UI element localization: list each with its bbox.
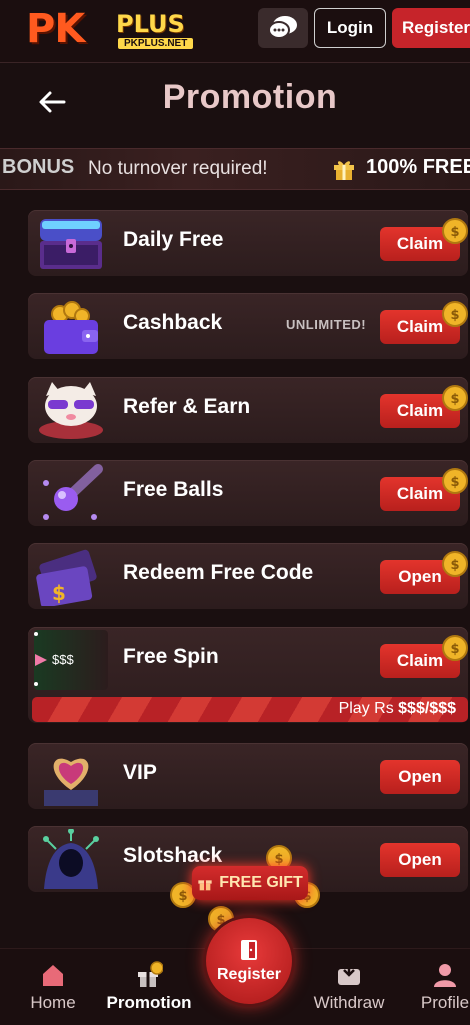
coin-icon: $ [442,218,468,244]
nav-label: Home [30,993,76,1012]
user-icon [434,964,456,987]
promo-card-free-balls[interactable]: Free Balls Claim $ [28,460,468,526]
free-spin-thumb: $$$ [34,630,108,690]
coin-icon: $ [442,635,468,661]
logo-pk-text: PK [26,6,85,52]
promo-card-vip[interactable]: VIP Open [28,743,468,809]
center-register-button[interactable]: Register [206,918,292,1004]
unlimited-badge: UNLIMITED! [286,317,367,332]
nav-label: Profile [420,993,470,1012]
svg-text:$: $ [450,475,459,490]
nav-item-profile[interactable]: Profile [400,961,470,1013]
nav-item-promotion[interactable]: Promotion [104,961,194,1013]
hooded-hacker-icon [43,829,99,889]
treasure-chest-icon [40,219,102,269]
promo-card-cashback[interactable]: Cashback UNLIMITED! Claim $ [28,293,468,359]
progress-value: $$$/$$$ [398,700,456,717]
nav-label: Promotion [106,993,192,1012]
play-marker-icon [35,654,47,666]
open-button[interactable]: Open [380,760,460,794]
coin-icon: $ [442,551,468,577]
register-button[interactable]: Register [392,8,470,48]
marquee-highlight: 100% FREE [366,156,470,178]
nav-label: Withdraw [313,993,385,1012]
promo-card-refer-earn[interactable]: Refer & Earn Claim $ [28,377,468,443]
svg-text:$: $ [450,642,459,657]
nav-item-withdraw[interactable]: Withdraw [304,961,394,1013]
promo-label: Daily Free [123,228,224,251]
home-icon [43,965,63,986]
promo-label: Free Balls [123,478,224,501]
svg-text:$: $ [450,392,459,407]
promo-label: Cashback [123,311,223,334]
free-gift-button[interactable]: FREE GIFT [192,866,308,900]
ticket-icon: $ [36,549,97,606]
promo-card-daily-free[interactable]: Daily Free Claim $ [28,210,468,276]
coin-icon: $ [442,301,468,327]
free-spin-progress-bar: Play Rs $$$/$$$ [32,697,468,722]
svg-text:$: $ [450,225,459,240]
svg-text:$: $ [274,852,283,867]
svg-text:$: $ [450,308,459,323]
page-title: Promotion [162,78,338,116]
coin-icon: $ [442,468,468,494]
promo-card-redeem-code[interactable]: $ Redeem Free Code Open $ [28,543,468,609]
marquee-bonus-text: BONUS [2,156,75,178]
wallet-download-icon [338,963,360,985]
center-register-label: Register [216,966,282,983]
free-gift-label: FREE GIFT [219,874,303,891]
dot-decoration [34,632,38,636]
top-header: PK PLUS PKPLUS.NET Login Register [0,0,470,63]
chat-bubbles-icon [268,16,297,39]
promo-label: Redeem Free Code [123,561,314,584]
gift-box-icon [138,961,163,987]
vip-heart-icon [44,758,98,806]
gift-icon [198,880,212,891]
marquee-message: No turnover required! [88,158,268,179]
wallet-coins-icon [44,301,98,354]
chat-button[interactable] [258,8,308,48]
purple-ball-icon [43,464,103,520]
open-button[interactable]: Open [380,843,460,877]
nav-item-home[interactable]: Home [8,961,98,1013]
svg-text:$: $ [450,558,459,573]
free-spin-thumb-text: $$$ [52,652,74,667]
coin-icon: $ [442,385,468,411]
cat-mascot-icon [39,382,103,439]
promo-label: Refer & Earn [123,395,251,418]
logo-plus-text: PLUS [116,10,185,38]
gift-icon [334,161,354,180]
promo-label: Slotshack [123,844,223,867]
logo-domain-text: PKPLUS.NET [118,38,194,49]
svg-text:$: $ [52,581,66,605]
promo-label: Free Spin [123,645,219,668]
login-button[interactable]: Login [314,8,386,48]
promo-label: VIP [123,761,157,784]
svg-text:$: $ [178,889,187,904]
progress-prefix: Play Rs [338,700,399,717]
bonus-marquee: BONUS No turnover required! 100% FREE [0,148,470,190]
door-icon [241,940,257,960]
dot-decoration [34,682,38,686]
pkplus-logo[interactable]: PK PLUS PKPLUS.NET [26,6,202,52]
progress-text: Play Rs $$$/$$$ [339,700,456,718]
